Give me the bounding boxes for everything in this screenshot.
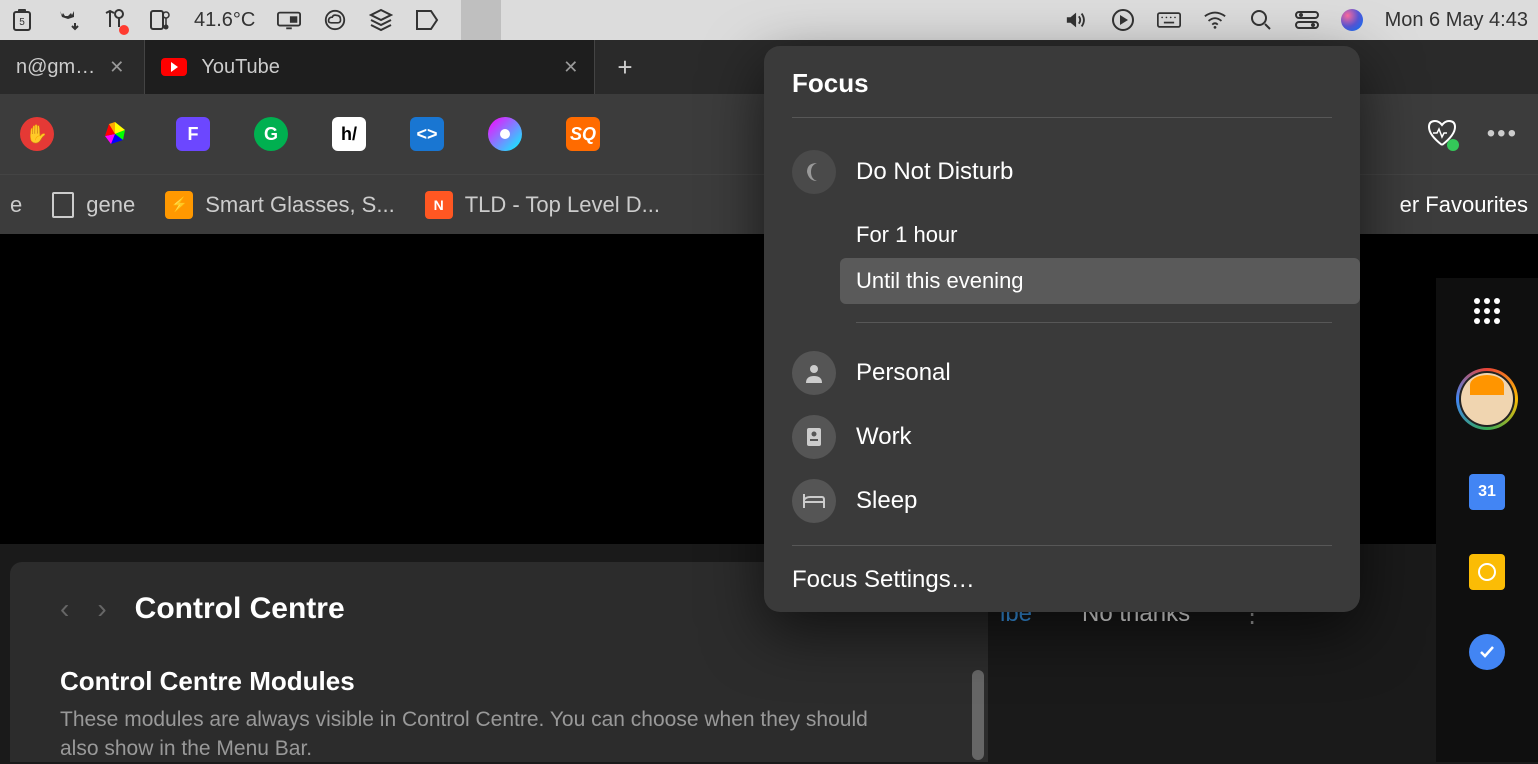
panel-title: Control Centre [135, 592, 345, 626]
heart-monitor-icon[interactable] [1427, 119, 1457, 149]
youtube-icon [161, 58, 187, 76]
back-chevron-icon[interactable]: ‹ [60, 593, 69, 625]
google-sidebar: 31 [1436, 278, 1538, 762]
focus-popover: Focus Do Not Disturb For 1 hour Until th… [764, 46, 1360, 612]
wifi-icon[interactable] [1203, 8, 1227, 32]
focus-work[interactable]: Work [764, 405, 1360, 469]
bookmark-favourites[interactable]: er Favourites [1400, 192, 1528, 218]
focus-personal[interactable]: Personal [764, 341, 1360, 405]
bookmark-gene[interactable]: gene [52, 192, 135, 218]
tab-title: n@gm… [16, 56, 95, 79]
h-extension-icon[interactable]: h/ [332, 117, 366, 151]
scrollbar-thumb[interactable] [972, 670, 984, 760]
bookmark-tld[interactable]: N TLD - Top Level D... [425, 191, 660, 219]
dnd-for-1-hour[interactable]: For 1 hour [840, 212, 1332, 258]
tab-youtube[interactable]: YouTube ✕ [145, 40, 595, 94]
search-icon[interactable] [1249, 8, 1273, 32]
stack-icon[interactable] [369, 8, 393, 32]
play-circle-icon[interactable] [1111, 8, 1135, 32]
clock-text[interactable]: Mon 6 May 4:43 [1385, 9, 1528, 32]
macos-menubar: 5 41.6°C [0, 0, 1538, 40]
person-icon [792, 351, 836, 395]
badge-icon [792, 415, 836, 459]
bed-icon [792, 479, 836, 523]
sq-extension-icon[interactable]: SQ [566, 117, 600, 151]
google-tasks-icon[interactable] [1469, 634, 1505, 670]
focus-settings-link[interactable]: Focus Settings… [764, 558, 1360, 594]
section-description: These modules are always visible in Cont… [60, 705, 890, 764]
dnd-until-evening[interactable]: Until this evening [840, 258, 1360, 304]
divider [792, 545, 1332, 546]
apps-grid-icon[interactable] [1474, 298, 1500, 324]
section-title: Control Centre Modules [60, 666, 938, 697]
user-avatar[interactable] [1456, 368, 1518, 430]
siri-icon[interactable] [1341, 9, 1363, 31]
popover-title: Focus [792, 68, 1332, 118]
google-calendar-icon[interactable]: 31 [1469, 474, 1505, 510]
moon-icon [792, 150, 836, 194]
keyboard-icon[interactable] [1157, 8, 1181, 32]
svg-text:5: 5 [19, 17, 25, 28]
doc-icon [52, 192, 74, 218]
code-extension-icon[interactable]: <> [410, 117, 444, 151]
sg-favicon: ⚡ [165, 191, 193, 219]
tld-favicon: N [425, 191, 453, 219]
more-icon[interactable]: ••• [1487, 120, 1518, 148]
tools-icon[interactable] [102, 8, 126, 32]
new-tab-button[interactable]: + [595, 52, 654, 83]
control-centre-icon[interactable] [1295, 8, 1319, 32]
gradient-extension-icon[interactable] [488, 117, 522, 151]
clipboard-icon[interactable]: 5 [10, 8, 34, 32]
google-keep-icon[interactable] [1469, 554, 1505, 590]
form-extension-icon[interactable]: F [176, 117, 210, 151]
sound-icon[interactable] [1065, 8, 1089, 32]
tab-title: YouTube [201, 56, 280, 79]
bookmark-smart-glasses[interactable]: ⚡ Smart Glasses, S... [165, 191, 395, 219]
bookmark-e[interactable]: e [10, 192, 22, 218]
focus-do-not-disturb[interactable]: Do Not Disturb [764, 140, 1360, 204]
cat-download-icon[interactable] [56, 8, 80, 32]
temperature-text[interactable]: 41.6°C [194, 9, 255, 32]
stop-extension-icon[interactable]: ✋ [20, 117, 54, 151]
creative-cloud-icon[interactable] [323, 8, 347, 32]
tab-gmail[interactable]: n@gm… ✕ [0, 40, 145, 94]
close-icon[interactable]: ✕ [109, 57, 124, 78]
colorwheel-extension-icon[interactable] [98, 117, 132, 151]
close-icon[interactable]: ✕ [563, 57, 578, 78]
tag-icon[interactable] [415, 8, 439, 32]
focus-sleep[interactable]: Sleep [764, 469, 1360, 533]
focus-moon-icon[interactable] [461, 0, 501, 40]
forward-chevron-icon[interactable]: › [97, 593, 106, 625]
temp-sensor-icon[interactable] [148, 8, 172, 32]
grammarly-extension-icon[interactable]: G [254, 117, 288, 151]
display-icon[interactable] [277, 8, 301, 32]
